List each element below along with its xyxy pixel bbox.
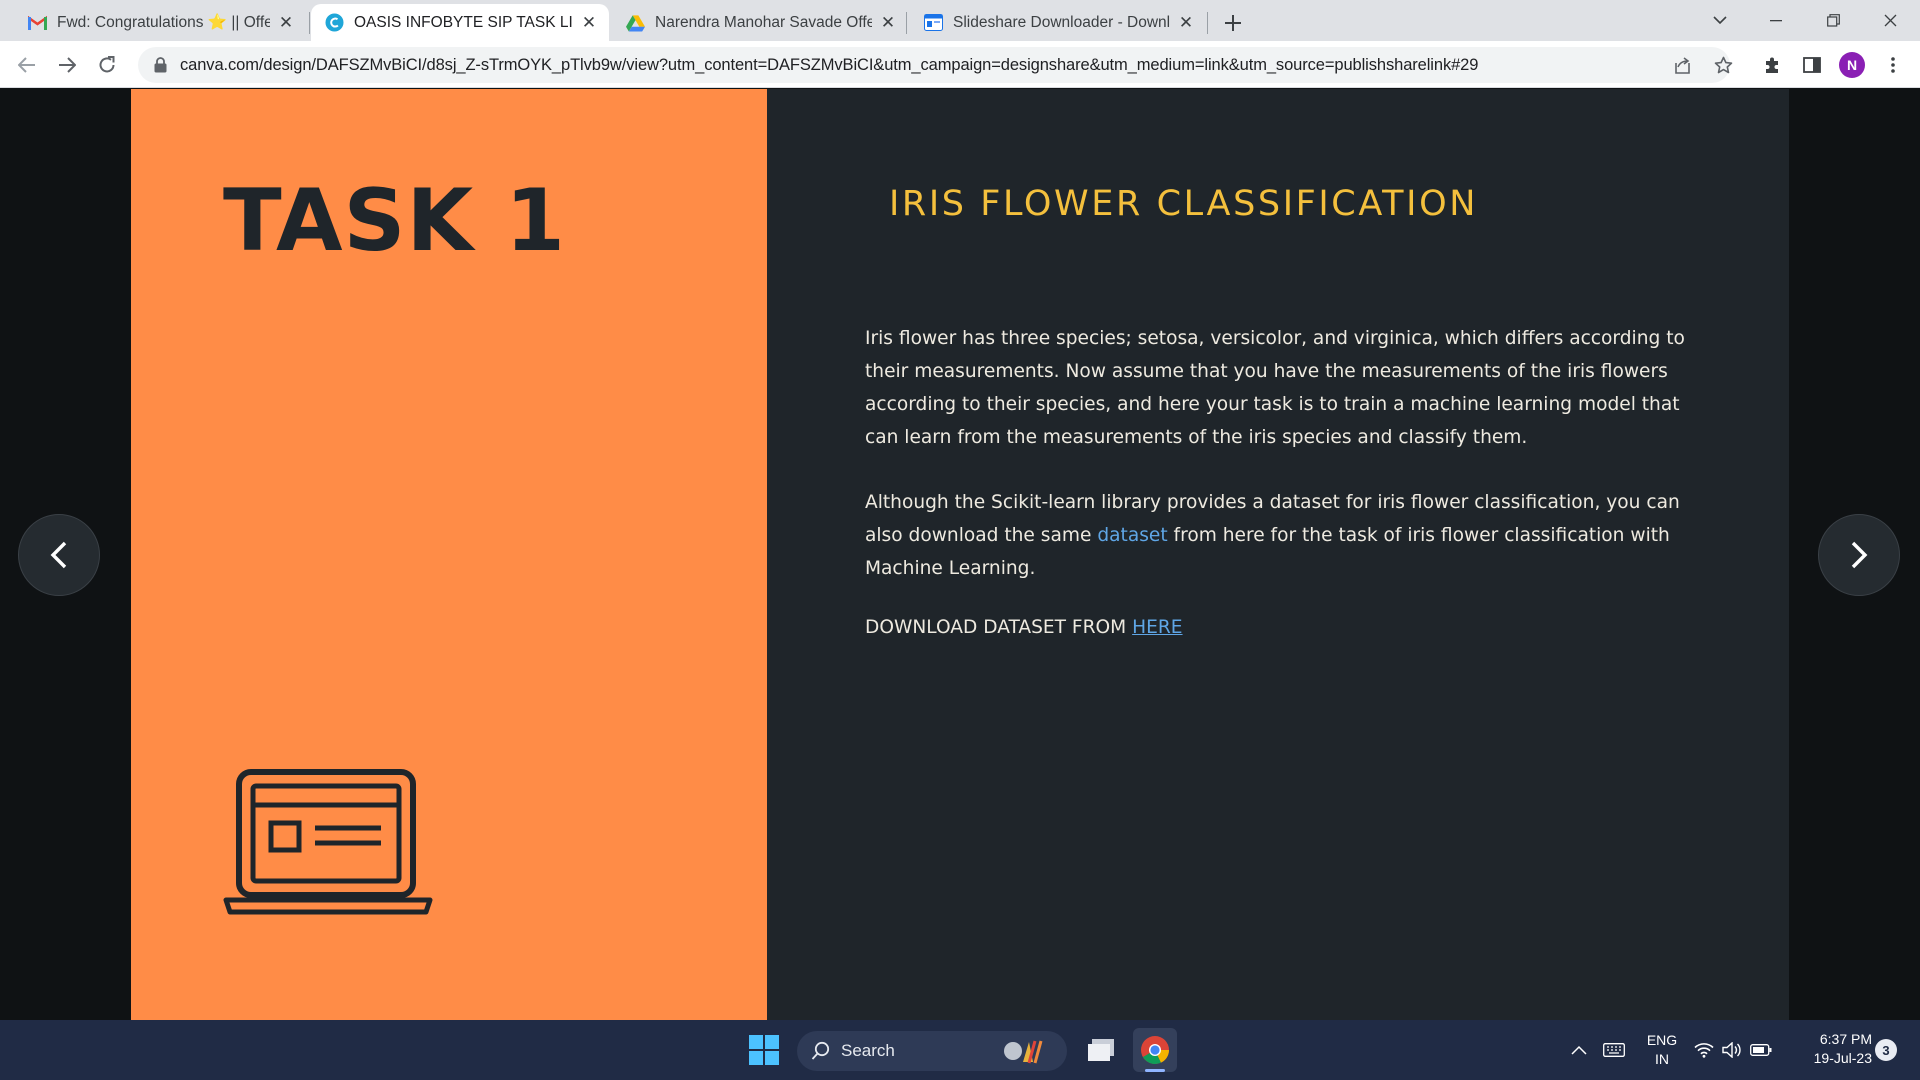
- laptop-icon: [223, 769, 433, 915]
- extensions-button[interactable]: [1757, 50, 1787, 80]
- tab-title: OASIS INFOBYTE SIP TASK LIST: [354, 13, 573, 31]
- restore-button[interactable]: [1805, 0, 1861, 41]
- slide-heading: IRIS FLOWER CLASSIFICATION: [889, 184, 1478, 224]
- share-icon: [1674, 56, 1690, 74]
- arrow-left-icon: [18, 57, 35, 73]
- tab-google-drive[interactable]: Narendra Manohar Savade Offer ✕: [612, 4, 908, 41]
- close-icon: [1884, 14, 1896, 27]
- close-icon[interactable]: ✕: [1176, 13, 1196, 33]
- previous-slide-button[interactable]: [18, 514, 100, 596]
- google-drive-icon: [626, 13, 645, 32]
- puzzle-piece-icon: [1765, 57, 1778, 73]
- search-icon: [811, 1041, 830, 1060]
- file-explorer-icon: [1088, 1039, 1114, 1061]
- arrow-right-icon: [59, 57, 76, 73]
- forward-button[interactable]: [51, 49, 83, 81]
- bookmark-button[interactable]: [1708, 50, 1738, 80]
- reload-button[interactable]: [91, 49, 123, 81]
- windows-taskbar: Search ENG IN 6:37 PM 19-Jul-23: [0, 1020, 1920, 1080]
- gmail-icon: [28, 13, 47, 32]
- browser-toolbar: canva.com/design/DAFSZMvBiCI/d8sj_Z-sTrm…: [0, 41, 1920, 88]
- tab-title: Fwd: Congratulations ⭐ || Offer L: [57, 14, 270, 31]
- active-app-indicator: [1145, 1069, 1165, 1072]
- input-language-indicator[interactable]: ENG IN: [1641, 1031, 1683, 1069]
- tab-strip: Fwd: Congratulations ⭐ || Offer L ✕ OASI…: [0, 0, 1920, 41]
- address-bar[interactable]: canva.com/design/DAFSZMvBiCI/d8sj_Z-sTrm…: [138, 47, 1730, 83]
- new-tab-button[interactable]: [1218, 8, 1248, 38]
- tab-search-button[interactable]: [1692, 0, 1748, 41]
- notification-badge[interactable]: 3: [1875, 1039, 1897, 1061]
- share-button[interactable]: [1667, 50, 1697, 80]
- battery-icon: [1750, 1044, 1772, 1056]
- wifi-icon: [1694, 1043, 1714, 1058]
- chevron-down-icon: [1713, 16, 1727, 25]
- tab-separator: [309, 12, 310, 34]
- kebab-menu-icon: [1891, 57, 1895, 73]
- presentation-viewer: TASK 1 IRIS FLOWER CLASSIFICATION Iris f…: [0, 89, 1920, 1020]
- close-icon[interactable]: ✕: [276, 13, 296, 33]
- url-text[interactable]: canva.com/design/DAFSZMvBiCI/d8sj_Z-sTrm…: [180, 56, 1730, 75]
- dataset-link[interactable]: dataset: [1097, 525, 1167, 546]
- slideshare-icon: [924, 13, 943, 32]
- chevron-left-icon: [50, 541, 67, 569]
- here-link[interactable]: HERE: [1132, 617, 1182, 638]
- reload-icon: [99, 56, 115, 73]
- language-region: IN: [1655, 1051, 1669, 1067]
- tab-slideshare-downloader[interactable]: Slideshare Downloader - Downlo ✕: [910, 4, 1206, 41]
- windows-logo-icon: [749, 1035, 779, 1065]
- clock-date: 19-Jul-23: [1813, 1050, 1872, 1066]
- search-label: Search: [841, 1041, 895, 1060]
- lock-icon[interactable]: [152, 57, 168, 73]
- star-icon: [1714, 56, 1732, 73]
- keyboard-icon: [1603, 1043, 1625, 1057]
- back-button[interactable]: [11, 49, 43, 81]
- tab-separator: [906, 12, 907, 34]
- tab-gmail[interactable]: Fwd: Congratulations ⭐ || Offer L ✕: [14, 4, 306, 41]
- chrome-menu-button[interactable]: [1878, 50, 1908, 80]
- chrome-icon: [1141, 1036, 1169, 1064]
- side-panel-icon: [1803, 57, 1821, 73]
- slide-left-panel: TASK 1: [131, 89, 767, 1020]
- close-icon[interactable]: ✕: [579, 13, 599, 33]
- close-window-button[interactable]: [1862, 0, 1918, 41]
- minimize-button[interactable]: [1748, 0, 1804, 41]
- task-title: TASK 1: [223, 171, 566, 271]
- minimize-icon: [1770, 19, 1782, 21]
- description-paragraph: Iris flower has three species; setosa, v…: [865, 328, 1685, 448]
- dataset-paragraph: Although the Scikit-learn library provid…: [865, 486, 1685, 585]
- tab-title: Slideshare Downloader - Downlo: [953, 13, 1170, 31]
- clock[interactable]: 6:37 PM 19-Jul-23: [1792, 1030, 1872, 1068]
- chevron-up-icon: [1571, 1045, 1587, 1055]
- canva-icon: [325, 13, 344, 32]
- taskbar-search[interactable]: Search: [797, 1031, 1067, 1071]
- quick-settings-button[interactable]: [1686, 1028, 1780, 1072]
- volume-icon: [1722, 1042, 1741, 1058]
- taskbar-chrome[interactable]: [1133, 1028, 1177, 1072]
- slide-right-panel: IRIS FLOWER CLASSIFICATION Iris flower h…: [767, 89, 1789, 1020]
- tab-oasis-infobyte[interactable]: OASIS INFOBYTE SIP TASK LIST ✕: [311, 4, 609, 41]
- taskbar-file-explorer[interactable]: [1079, 1028, 1123, 1072]
- language-code: ENG: [1646, 1032, 1678, 1048]
- next-slide-button[interactable]: [1818, 514, 1900, 596]
- download-line: DOWNLOAD DATASET FROM HERE: [865, 617, 1183, 638]
- download-label: DOWNLOAD DATASET FROM: [865, 617, 1133, 638]
- chevron-right-icon: [1851, 541, 1868, 569]
- side-panel-button[interactable]: [1797, 50, 1827, 80]
- restore-icon: [1826, 14, 1840, 27]
- tab-separator: [1207, 12, 1208, 34]
- slide: TASK 1 IRIS FLOWER CLASSIFICATION Iris f…: [131, 89, 1789, 1020]
- search-highlight-icon: [1004, 1040, 1043, 1064]
- close-icon[interactable]: ✕: [878, 13, 898, 33]
- tab-title: Narendra Manohar Savade Offer: [655, 13, 872, 31]
- start-button[interactable]: [742, 1028, 786, 1072]
- touch-keyboard-button[interactable]: [1592, 1028, 1636, 1072]
- plus-icon: [1225, 15, 1241, 31]
- profile-avatar[interactable]: N: [1839, 52, 1865, 78]
- clock-time: 6:37 PM: [1819, 1031, 1872, 1047]
